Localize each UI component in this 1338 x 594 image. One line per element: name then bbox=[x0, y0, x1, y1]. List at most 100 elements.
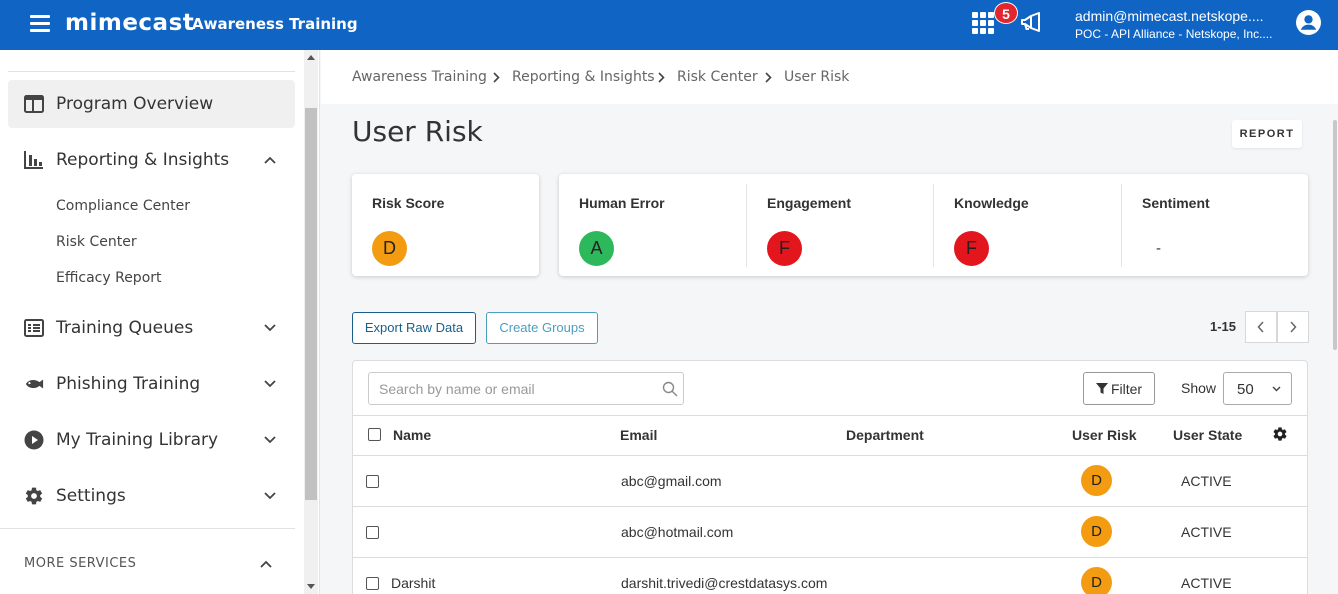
chevron-down-icon[interactable] bbox=[263, 489, 277, 503]
sidebar-item-settings[interactable]: Settings bbox=[8, 472, 295, 520]
user-org[interactable]: POC - API Alliance - Netskope, Inc.... bbox=[1075, 27, 1272, 41]
metric-label: Sentiment bbox=[1142, 195, 1210, 211]
select-all-checkbox[interactable] bbox=[368, 428, 381, 441]
program-overview-icon bbox=[24, 94, 44, 114]
human-error-metric: Human Error A bbox=[559, 174, 746, 276]
sidebar-scrollbar-thumb[interactable] bbox=[305, 108, 317, 500]
show-label: Show bbox=[1181, 380, 1217, 396]
funnel-icon bbox=[1095, 382, 1108, 394]
sidebar-subitem-compliance-center[interactable]: Compliance Center bbox=[56, 198, 190, 214]
chevron-down-icon[interactable] bbox=[263, 321, 277, 335]
sentiment-value: - bbox=[1156, 240, 1161, 257]
cell-email: abc@hotmail.com bbox=[621, 524, 734, 540]
more-services-label[interactable]: MORE SERVICES bbox=[24, 556, 136, 571]
engagement-metric: Engagement F bbox=[747, 174, 934, 276]
chevron-right-icon bbox=[493, 72, 500, 83]
top-header: mimecast Awareness Training 5 admin@mime… bbox=[0, 0, 1338, 50]
column-header-user-state[interactable]: User State bbox=[1173, 427, 1242, 443]
sidebar-item-my-training-library[interactable]: My Training Library bbox=[8, 416, 295, 464]
chevron-right-icon bbox=[1290, 321, 1297, 333]
column-header-name[interactable]: Name bbox=[393, 427, 431, 443]
chevron-up-icon[interactable] bbox=[263, 153, 277, 167]
sidebar-item-training-queues[interactable]: Training Queues bbox=[8, 304, 295, 352]
metric-label: Knowledge bbox=[954, 195, 1029, 211]
fish-icon bbox=[24, 374, 44, 394]
notification-badge[interactable]: 5 bbox=[994, 2, 1018, 24]
sidebar-subitem-efficacy-report[interactable]: Efficacy Report bbox=[56, 270, 162, 286]
metric-label: Human Error bbox=[579, 195, 665, 211]
chevron-right-icon bbox=[658, 72, 665, 83]
cell-user-state: ACTIVE bbox=[1181, 575, 1232, 591]
metrics-card: Human Error A Engagement F Knowledge F S… bbox=[559, 174, 1308, 276]
sidebar-item-reporting-insights[interactable]: Reporting & Insights bbox=[8, 136, 295, 184]
megaphone-icon[interactable] bbox=[1019, 10, 1043, 34]
pager-prev-button[interactable] bbox=[1245, 311, 1277, 343]
risk-score-card: Risk Score D bbox=[352, 174, 539, 276]
row-checkbox[interactable] bbox=[366, 526, 379, 539]
chevron-down-icon[interactable] bbox=[263, 377, 277, 391]
scroll-down-arrow[interactable] bbox=[307, 584, 315, 589]
row-checkbox[interactable] bbox=[366, 475, 379, 488]
export-raw-data-button[interactable]: Export Raw Data bbox=[352, 312, 476, 344]
bar-chart-icon bbox=[24, 150, 44, 170]
cell-user-risk: D bbox=[1081, 516, 1112, 547]
breadcrumb-item[interactable]: Awareness Training bbox=[352, 69, 487, 85]
knowledge-grade: F bbox=[954, 231, 989, 266]
chevron-down-icon bbox=[1272, 386, 1281, 392]
breadcrumb: Awareness Training Reporting & Insights … bbox=[321, 50, 1338, 104]
create-groups-button[interactable]: Create Groups bbox=[486, 312, 598, 344]
knowledge-metric: Knowledge F bbox=[934, 174, 1121, 276]
gear-icon bbox=[24, 486, 44, 506]
brand-logo[interactable]: mimecast bbox=[65, 10, 194, 36]
page-title: User Risk bbox=[352, 115, 483, 148]
search-field[interactable] bbox=[368, 372, 684, 405]
report-button[interactable]: REPORT bbox=[1232, 120, 1302, 148]
chevron-right-icon bbox=[765, 72, 772, 83]
apps-grid-icon[interactable] bbox=[972, 12, 994, 34]
breadcrumb-item[interactable]: Risk Center bbox=[677, 69, 758, 85]
cell-user-state: ACTIVE bbox=[1181, 473, 1232, 489]
page-size-value: 50 bbox=[1237, 381, 1254, 398]
sidebar-item-label: Phishing Training bbox=[56, 374, 201, 394]
scroll-up-arrow[interactable] bbox=[307, 55, 315, 60]
play-circle-icon bbox=[24, 430, 44, 450]
list-icon bbox=[24, 318, 44, 338]
search-icon[interactable] bbox=[662, 381, 678, 397]
column-header-email[interactable]: Email bbox=[620, 427, 657, 443]
chevron-left-icon bbox=[1257, 321, 1264, 333]
user-email[interactable]: admin@mimecast.netskope.... bbox=[1075, 8, 1264, 24]
sidebar-item-label: Settings bbox=[56, 486, 126, 506]
sidebar-item-label: Program Overview bbox=[56, 94, 214, 114]
pager-range: 1-15 bbox=[1210, 319, 1237, 334]
page-size-select[interactable]: 50 bbox=[1223, 372, 1292, 405]
sidebar-item-label: Reporting & Insights bbox=[56, 150, 230, 170]
cell-email: abc@gmail.com bbox=[621, 473, 722, 489]
search-input[interactable] bbox=[379, 379, 649, 399]
breadcrumb-item[interactable]: Reporting & Insights bbox=[512, 69, 655, 85]
account-icon[interactable] bbox=[1296, 10, 1321, 35]
sidebar-subitem-risk-center[interactable]: Risk Center bbox=[56, 234, 137, 250]
metric-label: Risk Score bbox=[372, 195, 445, 211]
chevron-down-icon[interactable] bbox=[263, 433, 277, 447]
filter-button[interactable]: Filter bbox=[1083, 372, 1155, 405]
sidebar-item-phishing-training[interactable]: Phishing Training bbox=[8, 360, 295, 408]
row-checkbox[interactable] bbox=[366, 577, 379, 590]
column-header-department[interactable]: Department bbox=[846, 427, 924, 443]
cell-email: darshit.trivedi@crestdatasys.com bbox=[621, 575, 828, 591]
cell-name: Darshit bbox=[391, 575, 436, 591]
sidebar: Program Overview Reporting & Insights Co… bbox=[0, 50, 320, 594]
users-table: Filter Show 50 Name Email Department Use… bbox=[352, 360, 1308, 594]
menu-icon[interactable] bbox=[30, 15, 50, 32]
filter-label: Filter bbox=[1110, 380, 1143, 397]
column-header-user-risk[interactable]: User Risk bbox=[1072, 427, 1137, 443]
pager-next-button[interactable] bbox=[1277, 311, 1309, 343]
main-scrollbar-thumb[interactable] bbox=[1333, 120, 1337, 350]
gear-icon[interactable] bbox=[1272, 426, 1288, 442]
risk-score-grade: D bbox=[372, 231, 407, 266]
sidebar-item-label: Training Queues bbox=[56, 318, 194, 338]
chevron-up-icon[interactable] bbox=[259, 557, 273, 571]
sentiment-metric: Sentiment - bbox=[1122, 174, 1308, 276]
cell-user-risk: D bbox=[1081, 465, 1112, 496]
cell-user-state: ACTIVE bbox=[1181, 524, 1232, 540]
sidebar-item-program-overview[interactable]: Program Overview bbox=[8, 80, 295, 128]
